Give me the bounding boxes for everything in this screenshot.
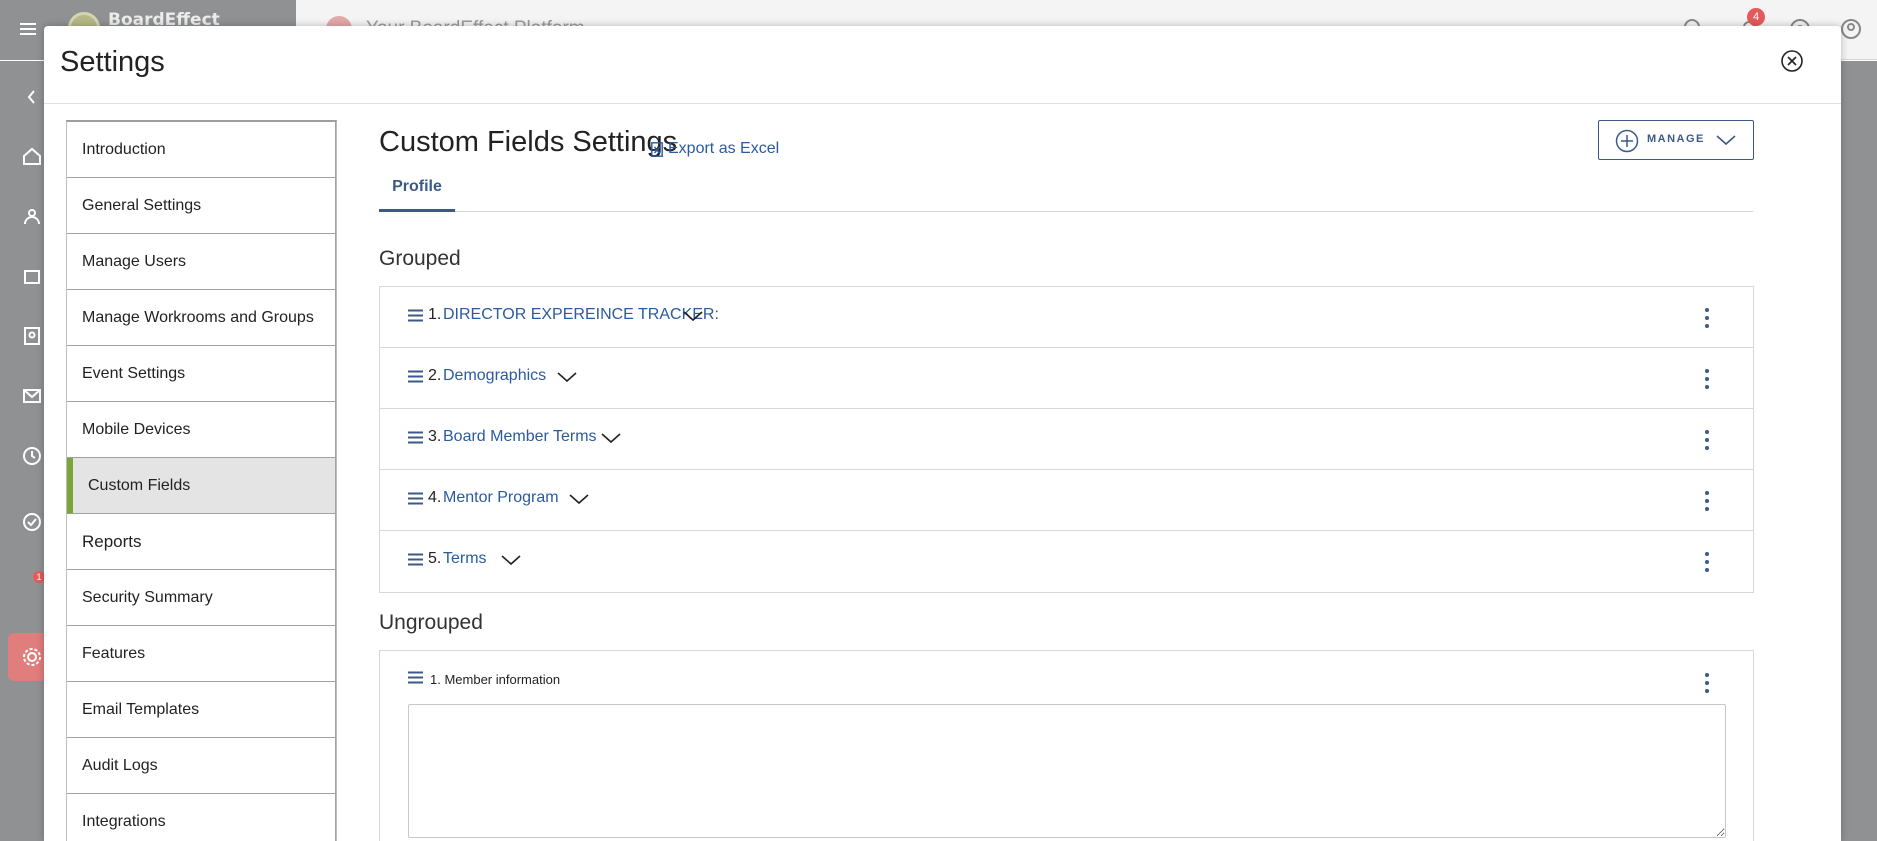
menu-item-email-templates[interactable]: Email Templates <box>67 682 336 738</box>
menu-item-event-settings[interactable]: Event Settings <box>67 346 336 402</box>
chevron-down-icon[interactable] <box>600 431 622 445</box>
group-link[interactable]: DIRECTOR EXPEREINCE TRACKER: <box>443 306 719 324</box>
modal-title: Settings <box>60 46 165 78</box>
group-link[interactable]: Demographics <box>443 367 546 385</box>
export-excel-label: Export as Excel <box>668 140 780 157</box>
menu-item-custom-fields[interactable]: Custom Fields <box>67 458 336 514</box>
kebab-menu-icon[interactable] <box>1704 368 1710 390</box>
menu-item-introduction[interactable]: Introduction <box>67 122 336 178</box>
kebab-menu-icon[interactable] <box>1704 490 1710 512</box>
tab-profile[interactable]: Profile <box>379 172 455 212</box>
kebab-menu-icon[interactable] <box>1704 307 1710 329</box>
menu-item-manage-workrooms[interactable]: Manage Workrooms and Groups <box>67 290 336 346</box>
hamburger-menu-icon[interactable] <box>20 23 36 35</box>
menu-item-integrations[interactable]: Integrations <box>67 794 336 841</box>
page-title: Custom Fields Settings <box>379 126 678 158</box>
row-number: 5. <box>428 550 442 567</box>
drag-handle-icon[interactable] <box>408 431 423 444</box>
app-right-overlay <box>1841 61 1877 841</box>
modal-header: Settings <box>44 26 1841 104</box>
home-icon[interactable] <box>21 145 43 167</box>
group-link[interactable]: Terms <box>443 550 487 568</box>
settings-gear-icon <box>23 648 41 666</box>
row-number: 4. <box>428 489 442 506</box>
user-avatar-icon[interactable] <box>1838 16 1864 42</box>
manage-button[interactable]: MANAGE <box>1598 120 1754 160</box>
settings-menu: Introduction General Settings Manage Use… <box>66 120 337 841</box>
tab-bar: Profile <box>379 172 1753 212</box>
menu-item-reports[interactable]: Reports <box>67 514 336 570</box>
ungrouped-heading: Ungrouped <box>379 611 483 634</box>
export-excel-link[interactable]: Export as Excel <box>651 140 779 158</box>
menu-item-general-settings[interactable]: General Settings <box>67 178 336 234</box>
drag-handle-icon[interactable] <box>408 370 423 383</box>
menu-item-manage-users[interactable]: Manage Users <box>67 234 336 290</box>
list-item: 2. Demographics <box>380 348 1753 409</box>
grouped-heading: Grouped <box>379 247 461 270</box>
library-icon[interactable] <box>21 265 43 287</box>
chevron-down-icon[interactable] <box>682 309 704 323</box>
chevron-down-icon <box>1716 135 1736 146</box>
chevron-down-icon[interactable] <box>556 370 578 384</box>
excel-file-icon <box>651 141 663 157</box>
menu-item-security-summary[interactable]: Security Summary <box>67 570 336 626</box>
drag-handle-icon[interactable] <box>408 553 423 566</box>
settings-modal: Settings Introduction General Settings M… <box>44 26 1841 841</box>
group-link[interactable]: Mentor Program <box>443 489 559 507</box>
directory-icon[interactable] <box>21 325 43 347</box>
mail-icon[interactable] <box>21 385 43 407</box>
row-number: 2. <box>428 367 442 384</box>
menu-item-audit-logs[interactable]: Audit Logs <box>67 738 336 794</box>
group-link[interactable]: Board Member Terms <box>443 428 597 446</box>
list-item: 3. Board Member Terms <box>380 409 1753 470</box>
close-icon[interactable] <box>1779 48 1805 74</box>
tasks-icon[interactable] <box>21 511 43 533</box>
field-label-member-information: 1. Member information <box>430 672 561 687</box>
chevron-down-icon[interactable] <box>568 492 590 506</box>
back-chevron-icon[interactable] <box>21 86 43 108</box>
ungrouped-fields-list: 1. Member information <box>379 650 1754 841</box>
chevron-down-icon[interactable] <box>500 553 522 567</box>
menu-item-mobile-devices[interactable]: Mobile Devices <box>67 402 336 458</box>
drag-handle-icon[interactable] <box>408 492 423 505</box>
drag-handle-icon[interactable] <box>408 309 423 322</box>
row-number: 3. <box>428 428 442 445</box>
list-item: 4. Mentor Program <box>380 470 1753 531</box>
menu-item-features[interactable]: Features <box>67 626 336 682</box>
clock-icon[interactable] <box>21 445 43 467</box>
drag-handle-icon[interactable] <box>408 671 423 684</box>
nav-settings-active[interactable] <box>8 633 48 681</box>
member-information-textarea[interactable] <box>408 704 1726 838</box>
list-item: 1. DIRECTOR EXPEREINCE TRACKER: <box>380 287 1753 348</box>
grouped-fields-list: 1. DIRECTOR EXPEREINCE TRACKER: 2. Demog… <box>379 286 1754 593</box>
kebab-menu-icon[interactable] <box>1704 551 1710 573</box>
kebab-menu-icon[interactable] <box>1704 429 1710 451</box>
groups-icon[interactable] <box>21 205 43 227</box>
notification-badge: 4 <box>1747 8 1765 26</box>
row-number: 1. <box>428 306 442 323</box>
plus-circle-icon <box>1615 129 1639 153</box>
kebab-menu-icon[interactable] <box>1704 672 1710 694</box>
app-left-nav: 1 <box>0 61 48 841</box>
manage-button-label: MANAGE <box>1647 133 1705 145</box>
list-item: 5. Terms <box>380 531 1753 592</box>
